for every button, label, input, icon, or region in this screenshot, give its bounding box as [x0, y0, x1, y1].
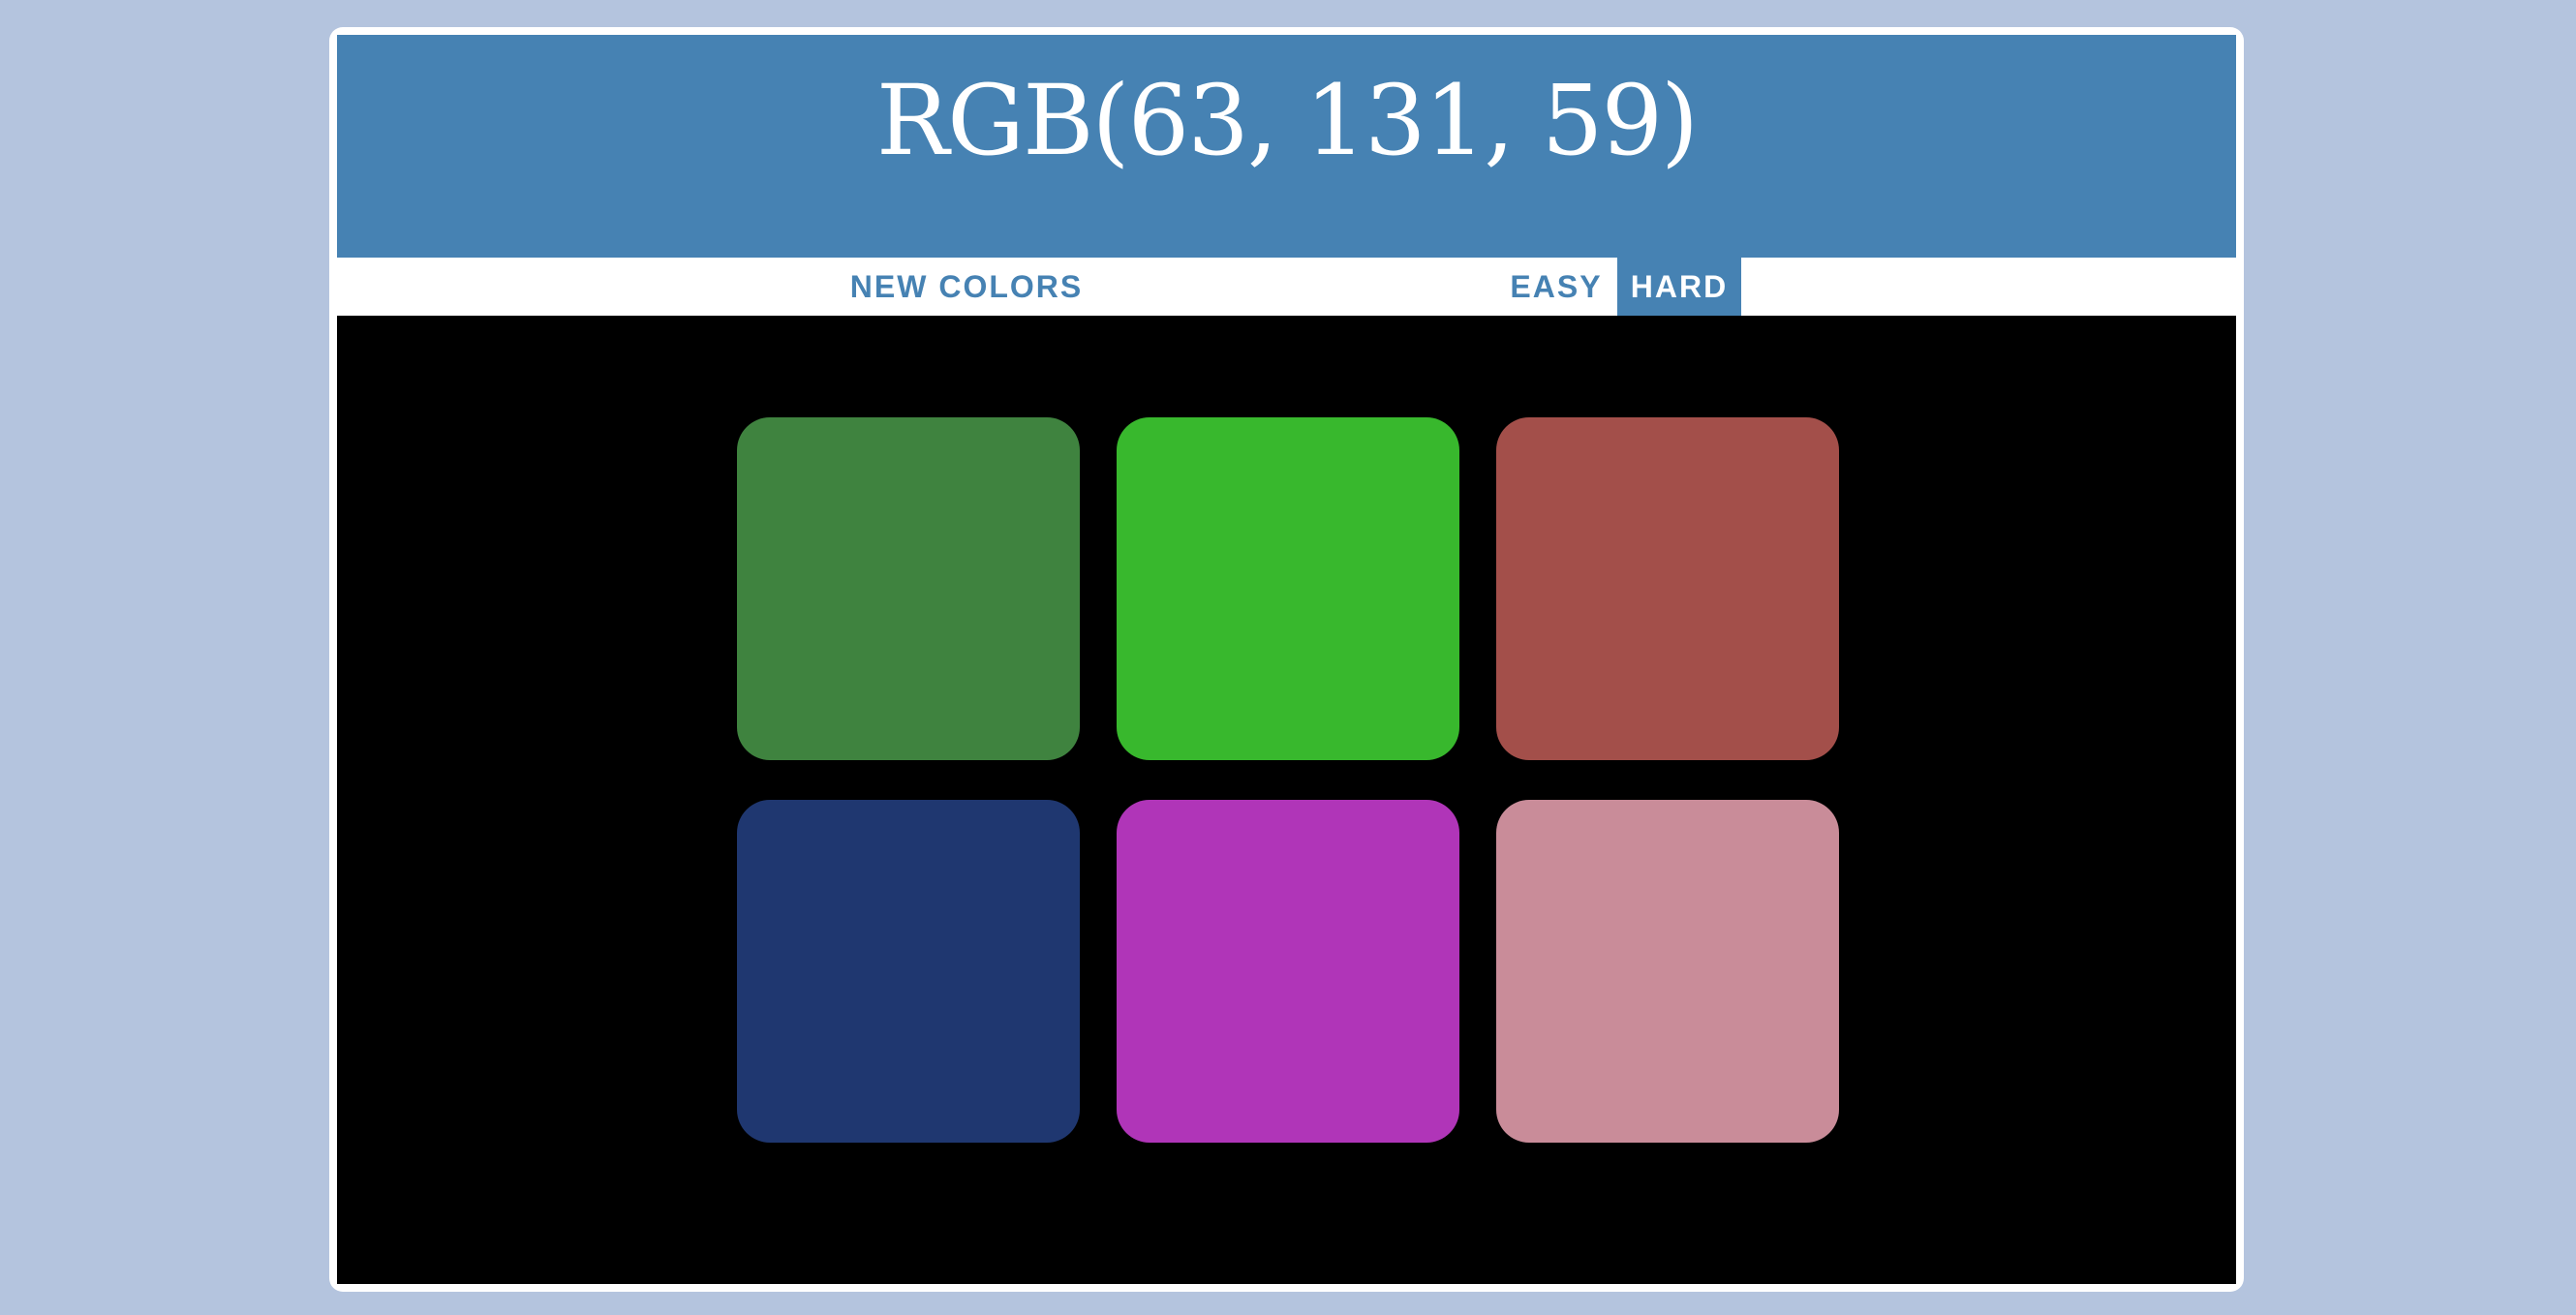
new-colors-button[interactable]: NEW COLORS [841, 258, 1092, 316]
color-square[interactable] [737, 800, 1080, 1143]
easy-mode-button[interactable]: EASY [1495, 258, 1617, 316]
color-board [337, 316, 2236, 1284]
color-square[interactable] [1117, 800, 1459, 1143]
color-square[interactable] [737, 417, 1080, 760]
color-square[interactable] [1496, 417, 1839, 760]
controls-bar: NEW COLORS EASY HARD [337, 258, 2236, 316]
color-square[interactable] [1496, 800, 1839, 1143]
app-frame: RGB(63, 131, 59) NEW COLORS EASY HARD [329, 27, 2244, 1292]
target-rgb-title: RGB(63, 131, 59) [875, 64, 1699, 177]
header-banner: RGB(63, 131, 59) [337, 35, 2236, 258]
color-square[interactable] [1117, 417, 1459, 760]
hard-mode-button[interactable]: HARD [1617, 258, 1741, 316]
